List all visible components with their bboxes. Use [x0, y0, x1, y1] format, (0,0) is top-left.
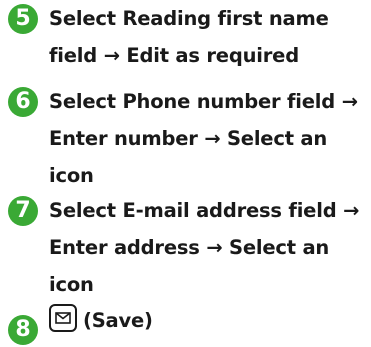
step-text-line: field → Edit as required [49, 44, 299, 67]
step-text-line: icon [49, 164, 94, 187]
step-number-badge: 5 [8, 4, 38, 34]
step-text-line: Select Reading first name [49, 7, 329, 30]
step-text-line: (Save) [49, 302, 371, 339]
step-text-line: Enter number → Select an [49, 127, 328, 150]
mail-key-icon [49, 304, 77, 332]
step-text: (Save) [49, 302, 371, 339]
step-text: Select Reading first name field → Edit a… [49, 0, 371, 74]
step-text-line: icon [49, 273, 94, 296]
step-text-line: Select E-mail address field → [49, 199, 360, 222]
step-text: Select E-mail address field → Enter addr… [49, 192, 371, 303]
step-number-badge: 6 [8, 87, 38, 117]
step-number-badge: 7 [8, 196, 38, 226]
step-text: Select Phone number field → Enter number… [49, 83, 371, 194]
save-label: (Save) [83, 309, 153, 332]
step-text-line: Select Phone number field → [49, 90, 358, 113]
step-number-badge: 8 [8, 315, 38, 345]
step-text-line: Enter address → Select an [49, 236, 330, 259]
